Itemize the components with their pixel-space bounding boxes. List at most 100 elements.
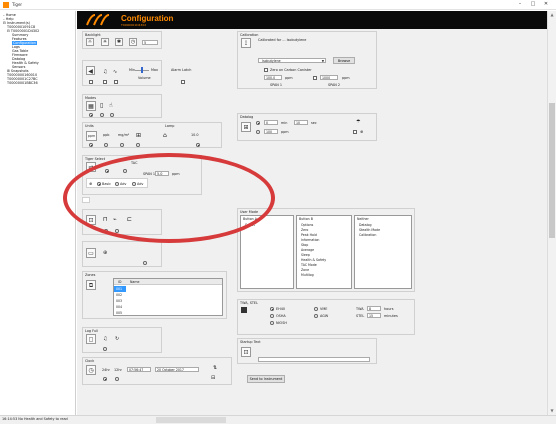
interval-sec-label: sec [311,121,317,125]
vertical-scrollbar[interactable]: ▲ ▼ [547,11,556,415]
table-row[interactable]: 005 [116,311,122,315]
table-row[interactable]: 004 [116,305,122,309]
agw-radio[interactable] [314,314,318,318]
span1-input[interactable]: 100.0 [264,75,282,80]
list-item[interactable]: Calibration [359,233,376,237]
modes-group: Modes ▦ ▯ ☝ [82,94,162,118]
modes-touch-icon: ☝ [109,102,113,109]
list-item[interactable]: Zero [301,228,308,232]
send-to-instrument-button[interactable]: Send to Instrument [247,375,285,383]
mode-radio[interactable] [100,113,104,117]
unit-radio[interactable] [104,143,108,147]
volume-slider-thumb[interactable] [141,67,143,73]
twa-unit: hours [384,307,394,311]
startup-text-input[interactable] [258,357,370,362]
clock-12hr-radio[interactable] [115,377,119,381]
backlight-auto-icon: ☀ [101,38,109,46]
user-mode-group: User Mode Button A Select Button B Optio… [237,208,415,292]
backlight-timeout-input[interactable]: 5 [142,40,158,45]
lamp-title: Lamp [165,124,175,128]
log-full-radio[interactable] [103,347,107,351]
group-title: Startup Text [240,340,261,344]
browse-button[interactable]: Browse [333,57,355,64]
list-item[interactable]: Average [301,248,314,252]
horizontal-scrollbar[interactable] [156,417,226,423]
table-row[interactable]: 002 [116,293,122,297]
span2-input[interactable]: 1000 [320,75,338,80]
mode-radio[interactable] [110,113,114,117]
eh40-radio[interactable] [270,307,274,311]
minimize-button[interactable]: – [514,1,526,9]
unit-radio[interactable] [136,143,140,147]
zero-carbon-checkbox[interactable] [264,68,268,72]
list-item[interactable]: Zone [301,268,309,272]
zones-table[interactable]: ID Name 001 002 003 004 005 [113,278,223,316]
battery-icon: ▭ [86,248,96,258]
list-item[interactable]: Stealth Mode [359,228,380,232]
calibration-group: Calibration ⟟ Calibrated for ... Isobuty… [237,31,377,89]
unit-radio[interactable] [120,143,124,147]
list-item[interactable]: Datalog [359,223,371,227]
list-item[interactable]: Stop [301,243,308,247]
vme-radio[interactable] [314,307,318,311]
datalog-run-icon: ☂ [356,119,361,125]
datalog-threshold-radio[interactable] [256,130,260,134]
list-item[interactable]: Multilog [301,273,314,277]
startup-text-icon: ⊡ [241,347,251,357]
clock-24hr-radio[interactable] [103,377,107,381]
startup-text-group: Startup Text ⊡ [237,338,377,364]
scroll-down-icon[interactable]: ▼ [549,408,555,413]
lamp-radio[interactable] [196,143,200,147]
list-item[interactable]: TAC Mode [301,263,317,267]
status-bar: 16:14:53 No Health and Safety to read [0,415,556,424]
threshold-input[interactable]: 100 [264,129,278,134]
clock-time-input[interactable]: 07:56:47 [127,367,151,372]
stel-input[interactable]: 15 [367,313,381,318]
neither-list[interactable]: Neither Datalog Stealth Mode Calibration [354,215,412,289]
gas-select[interactable]: Isobutylene ▼ [258,58,326,63]
group-title: Log Full [85,329,98,333]
osha-radio[interactable] [270,314,274,318]
twa-input[interactable]: 8 [367,306,381,311]
units-group: Units Lamp ppm ppb mg/m³ ⊞ ⌂ 10.0 [82,122,222,148]
interval-min-input[interactable]: 0 [264,120,278,125]
list-item[interactable]: Information [301,238,319,242]
maximize-button[interactable]: □ [527,1,539,9]
group-title: TWA, STEL [240,301,258,305]
clock-icon: ◷ [86,365,96,375]
scroll-up-icon[interactable]: ▲ [549,12,555,17]
table-row[interactable]: 001 [116,287,122,291]
gas-select-value: Isobutylene [262,59,281,63]
interval-sec-input[interactable]: 10 [294,120,308,125]
scrollbar-thumb[interactable] [549,103,555,238]
list-item[interactable]: Peak Hold [301,233,317,237]
clock-date-input[interactable]: 20 October 2017 [155,367,199,372]
vibrate-checkbox[interactable] [103,80,107,84]
alarm-latch-checkbox[interactable] [181,80,185,84]
niosh-radio[interactable] [270,321,274,325]
datalog-icon: ⊞ [241,122,251,132]
list-item[interactable]: Health & Safety [301,258,326,262]
span1-label: SPAN 1 [270,83,283,87]
mode-radio[interactable] [89,113,93,117]
tree-node[interactable]: T00000001BBC36 [7,81,38,85]
unit-radio[interactable] [89,143,93,147]
list-item[interactable]: Sleep [301,253,310,257]
threshold-unit: ppm [281,130,289,134]
alarm-checkbox[interactable] [114,80,118,84]
battery-radio[interactable] [143,261,147,265]
button-b-list[interactable]: Button B Options Zero Peak Hold Informat… [296,215,352,289]
group-title: Datalog [240,115,254,119]
datalog-interval-radio[interactable] [256,121,260,125]
span2-checkbox[interactable] [313,76,317,80]
datalog-enable-icon: ⊕ [360,129,364,134]
log-full-group: Log Full ◻ ♫ ↻ [82,327,162,353]
beep-checkbox[interactable] [89,80,93,84]
datalog-enable-checkbox[interactable] [353,130,357,134]
close-button[interactable]: ✕ [540,1,552,9]
twa-stel-group: TWA, STEL EH40 OSHA NIOSH VME AGW TWA 8 … [237,299,415,335]
instrument-tree[interactable]: – Home – Help ⊟ Instrument(s) T000000109… [0,11,76,415]
lamp-value: 10.0 [191,133,199,137]
list-item[interactable]: Options [301,223,313,227]
table-row[interactable]: 003 [116,299,122,303]
